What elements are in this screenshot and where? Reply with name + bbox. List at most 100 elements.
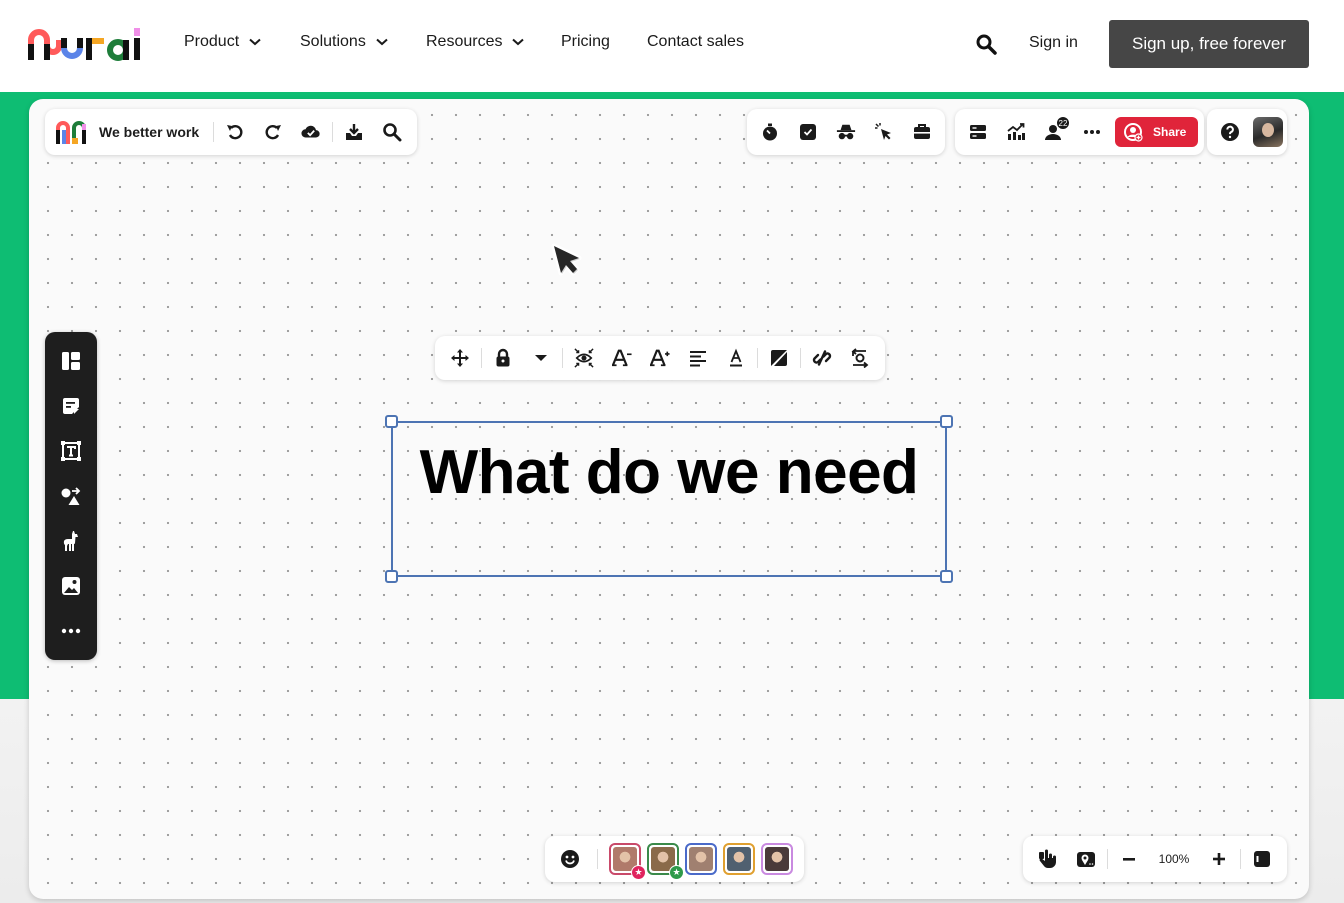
move-button[interactable] <box>441 339 479 377</box>
redo-button[interactable] <box>254 113 292 151</box>
image-button[interactable] <box>52 567 90 605</box>
mural-board-logo[interactable] <box>55 118 89 146</box>
sign-in-link[interactable]: Sign in <box>1029 34 1078 52</box>
activity-icon <box>1007 123 1025 140</box>
resize-handle-bottom-left[interactable] <box>385 570 398 583</box>
outline-map-button[interactable] <box>1067 840 1105 878</box>
nav-solutions[interactable]: Solutions <box>300 33 388 51</box>
convert-button[interactable] <box>841 339 879 377</box>
divider <box>757 348 758 368</box>
export-icon <box>346 124 363 140</box>
link-button[interactable] <box>803 339 841 377</box>
move-icon <box>451 349 469 367</box>
user-avatar[interactable] <box>1253 117 1283 147</box>
cursor-highlight-icon <box>875 123 891 140</box>
chevron-down-icon <box>512 38 525 46</box>
decrease-font-icon <box>612 349 632 367</box>
sticky-note-button[interactable] <box>52 387 90 425</box>
participants-count-badge: 22 <box>1056 116 1070 130</box>
emoji-icon <box>561 850 579 868</box>
divider <box>597 849 598 869</box>
divider <box>213 122 215 142</box>
participants-button[interactable]: 22 <box>1035 113 1073 151</box>
resize-handle-top-left[interactable] <box>385 415 398 428</box>
collaborator-avatar[interactable]: ★ <box>609 843 646 880</box>
outline-button[interactable] <box>959 113 997 151</box>
text-tool-button[interactable] <box>52 432 90 470</box>
shapes-icon <box>61 487 81 505</box>
creation-toolbar <box>45 332 97 660</box>
more-tools-button[interactable] <box>52 612 90 650</box>
no-fill-icon <box>771 350 787 366</box>
decrease-font-button[interactable] <box>603 339 641 377</box>
text-color-button[interactable] <box>717 339 755 377</box>
pan-mode-button[interactable] <box>1029 840 1067 878</box>
mural-canvas[interactable]: We better work 22 Share What do we need … <box>29 99 1309 899</box>
focus-button[interactable] <box>565 339 603 377</box>
search-icon[interactable] <box>975 33 997 55</box>
collaborator-avatar[interactable] <box>723 843 755 875</box>
ai-assistant-button[interactable] <box>52 522 90 560</box>
nav-product[interactable]: Product <box>184 33 261 51</box>
collaborator-avatars: ★ ★ <box>606 843 796 880</box>
cursor-highlight-button[interactable] <box>865 113 903 151</box>
zoom-level[interactable]: 100% <box>1148 852 1200 866</box>
divider <box>562 348 563 368</box>
reactions-button[interactable] <box>551 840 589 878</box>
help-button[interactable] <box>1211 113 1249 151</box>
resize-handle-bottom-right[interactable] <box>940 570 953 583</box>
nav-pricing-label: Pricing <box>561 33 610 50</box>
share-button[interactable]: Share <box>1115 117 1199 147</box>
more-icon <box>1084 130 1100 134</box>
nav-pricing[interactable]: Pricing <box>561 33 610 51</box>
zoom-controls: 100% <box>1023 836 1287 882</box>
toolbox-button[interactable] <box>903 113 941 151</box>
outline-icon <box>970 125 986 139</box>
collaborator-avatar[interactable] <box>685 843 717 875</box>
export-button[interactable] <box>335 113 373 151</box>
sign-up-button[interactable]: Sign up, free forever <box>1109 20 1309 68</box>
fill-color-button[interactable] <box>760 339 798 377</box>
divider <box>800 348 801 368</box>
collaborator-avatar[interactable]: ★ <box>647 843 684 880</box>
text-box-content[interactable]: What do we need <box>393 437 945 508</box>
saved-status-button[interactable] <box>292 113 330 151</box>
timer-button[interactable] <box>751 113 789 151</box>
zoom-out-button[interactable] <box>1110 840 1148 878</box>
sticky-note-icon <box>63 397 79 414</box>
private-mode-icon <box>836 124 856 140</box>
increase-font-button[interactable] <box>641 339 679 377</box>
hand-icon <box>1039 849 1056 868</box>
activity-button[interactable] <box>997 113 1035 151</box>
undo-icon <box>227 125 243 140</box>
lock-options-dropdown[interactable] <box>522 339 560 377</box>
add-user-icon <box>1124 123 1143 142</box>
search-icon <box>383 123 402 142</box>
board-search-button[interactable] <box>373 113 411 151</box>
align-button[interactable] <box>679 339 717 377</box>
nav-contact-sales[interactable]: Contact sales <box>647 33 744 51</box>
lock-button[interactable] <box>484 339 522 377</box>
nav-resources-label: Resources <box>426 33 503 50</box>
nav-resources[interactable]: Resources <box>426 33 525 51</box>
share-label: Share <box>1153 125 1187 139</box>
selected-text-box[interactable]: What do we need <box>385 415 953 583</box>
shapes-button[interactable] <box>52 477 90 515</box>
zoom-in-button[interactable] <box>1200 840 1238 878</box>
resize-handle-top-right[interactable] <box>940 415 953 428</box>
undo-button[interactable] <box>216 113 254 151</box>
avatar-photo <box>689 847 713 871</box>
toggle-panel-button[interactable] <box>1243 840 1281 878</box>
image-icon <box>62 577 80 596</box>
private-mode-button[interactable] <box>827 113 865 151</box>
board-title[interactable]: We better work <box>99 124 199 140</box>
mural-logo[interactable] <box>28 26 146 62</box>
more-options-button[interactable] <box>1073 113 1111 151</box>
templates-button[interactable] <box>52 342 90 380</box>
chevron-down-icon <box>249 38 261 46</box>
avatar-photo <box>765 847 789 871</box>
voting-button[interactable] <box>789 113 827 151</box>
board-toolbar: We better work <box>45 109 418 155</box>
focus-icon <box>574 348 594 368</box>
collaborator-avatar[interactable] <box>761 843 793 875</box>
